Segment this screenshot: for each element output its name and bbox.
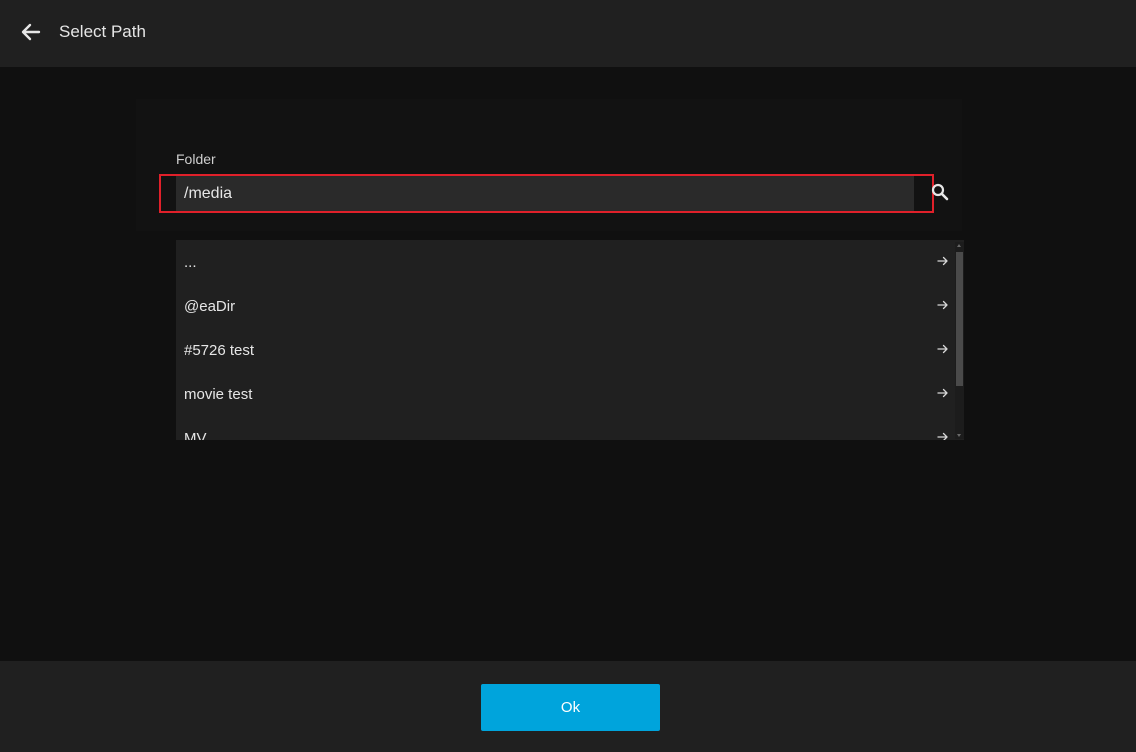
arrow-right-icon (936, 254, 950, 268)
arrow-right-icon (936, 386, 950, 400)
arrow-right-icon (936, 430, 950, 440)
search-icon (931, 183, 949, 201)
list-scrollbar[interactable] (955, 242, 964, 439)
list-item-label: @eaDir (184, 297, 236, 315)
main-content: Folder ... @eaDir #5726 test (0, 67, 1136, 661)
ok-button[interactable]: Ok (481, 684, 660, 731)
list-item[interactable]: @eaDir (176, 284, 964, 328)
scroll-down-arrow-icon[interactable] (957, 434, 961, 437)
list-item[interactable]: ... (176, 240, 964, 284)
scroll-up-arrow-icon[interactable] (957, 244, 961, 247)
arrow-right-icon (936, 342, 950, 356)
folder-input[interactable] (176, 175, 914, 213)
folder-input-wrapper (176, 175, 914, 213)
list-item-label: ... (184, 253, 197, 271)
list-item[interactable]: MV (176, 416, 964, 440)
list-item-label: movie test (184, 385, 253, 403)
list-item-label: #5726 test (184, 341, 255, 359)
footer: Ok (0, 661, 1136, 752)
app-header: Select Path (0, 0, 1136, 67)
list-item-label: MV (184, 429, 207, 441)
page-title: Select Path (59, 22, 146, 41)
arrow-right-icon (936, 298, 950, 312)
list-item[interactable]: #5726 test (176, 328, 964, 372)
arrow-left-icon (21, 23, 41, 41)
search-button[interactable] (929, 181, 951, 203)
folder-list: ... @eaDir #5726 test movie test MV (176, 240, 964, 440)
folder-label: Folder (176, 151, 216, 167)
list-item[interactable]: movie test (176, 372, 964, 416)
scrollbar-thumb[interactable] (956, 252, 963, 386)
back-button[interactable] (18, 19, 44, 45)
